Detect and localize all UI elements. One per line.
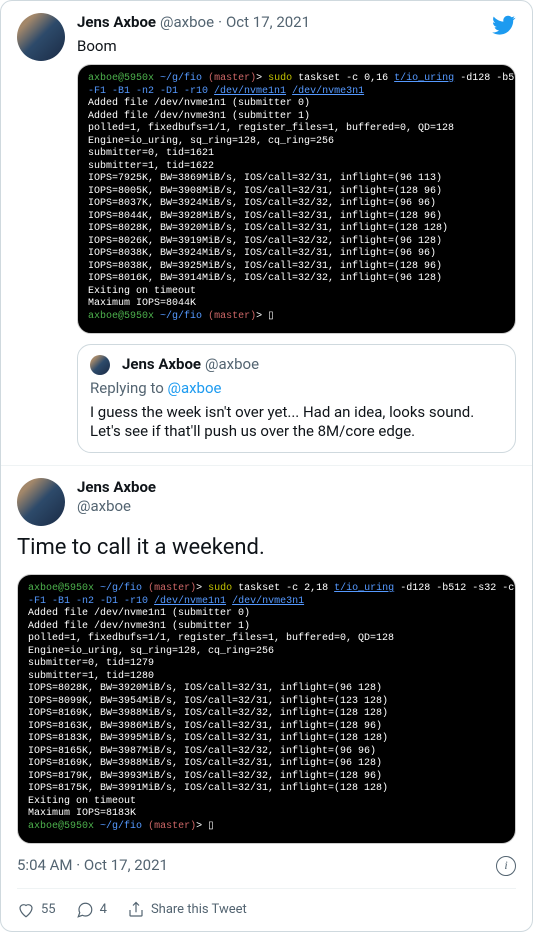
tweet-1-header: Jens Axboe @axboe · Oct 17, 2021 Boom: [17, 13, 516, 64]
author-handle[interactable]: @axboe: [160, 13, 214, 33]
tweet-date[interactable]: Oct 17, 2021: [84, 856, 168, 874]
tweet-meta: 5:04 AM · Oct 17, 2021 i: [17, 856, 516, 876]
tweet-time[interactable]: 5:04 AM: [17, 856, 73, 874]
share-label: Share this Tweet: [151, 902, 247, 919]
reply-count: 4: [100, 902, 107, 919]
reply-icon: [76, 901, 94, 919]
heart-icon: [17, 901, 35, 919]
quote-text: I guess the week isn't over yet... Had a…: [90, 403, 503, 442]
like-button[interactable]: 55: [17, 901, 56, 919]
tweet-text: Boom: [77, 37, 492, 57]
info-icon[interactable]: i: [496, 856, 516, 876]
tweet-actions: 55 4 Share this Tweet: [17, 888, 516, 919]
author-name[interactable]: Jens Axboe: [77, 13, 156, 33]
author-handle[interactable]: @axboe: [77, 497, 156, 517]
reply-to-handle[interactable]: @axboe: [167, 379, 221, 397]
terminal-output-2: axboe@5950x ~/g/fio (master)> sudo tasks…: [17, 574, 516, 844]
author-name[interactable]: Jens Axboe: [77, 478, 156, 498]
quote-author-handle: @axboe: [205, 355, 259, 375]
tweet-2: Jens Axboe @axboe Time to call it a week…: [1, 466, 532, 932]
tweet-2-header: Jens Axboe @axboe: [17, 478, 516, 526]
separator-dot: ·: [218, 13, 222, 33]
avatar[interactable]: [17, 13, 65, 61]
avatar: [90, 355, 110, 375]
terminal-output-1: axboe@5950x ~/g/fio (master)> sudo tasks…: [77, 64, 516, 334]
reply-button[interactable]: 4: [76, 901, 107, 919]
quote-author-name: Jens Axboe: [122, 355, 201, 375]
reply-to-line: Replying to @axboe: [90, 379, 503, 399]
tweet-date[interactable]: Oct 17, 2021: [226, 13, 310, 33]
share-icon: [127, 901, 145, 919]
share-button[interactable]: Share this Tweet: [127, 901, 247, 919]
tweet-1: Jens Axboe @axboe · Oct 17, 2021 Boom ax…: [1, 1, 532, 466]
tweet-text: Time to call it a weekend.: [17, 534, 516, 563]
quoted-tweet[interactable]: Jens Axboe @axboe Replying to @axboe I g…: [77, 344, 516, 453]
separator-dot: ·: [76, 856, 84, 874]
avatar[interactable]: [17, 478, 65, 526]
like-count: 55: [41, 902, 56, 919]
twitter-logo-icon[interactable]: [492, 13, 516, 37]
